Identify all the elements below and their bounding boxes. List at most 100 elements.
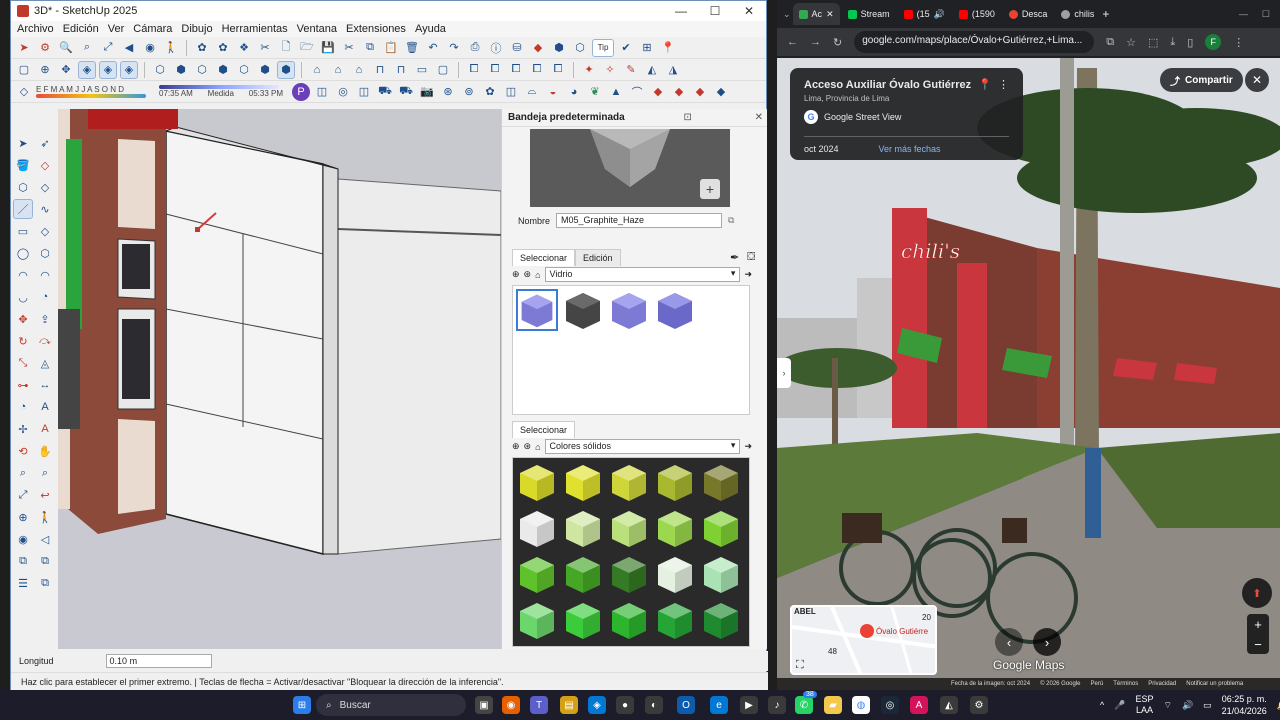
section-display-icon[interactable]: ⧠ [528, 61, 546, 79]
delete-icon[interactable]: 🗑 [403, 39, 421, 57]
solid-color-swatch[interactable] [562, 599, 604, 641]
menu-edicion[interactable]: Edición [63, 23, 99, 35]
warehouse-icon[interactable]: ⛁ [508, 39, 526, 57]
home-icon[interactable]: ⌂ [535, 270, 540, 280]
front-view-icon[interactable]: ⬡ [193, 61, 211, 79]
undo-icon[interactable]: ↶ [424, 39, 442, 57]
follow-me-icon[interactable]: ⤼ [35, 331, 55, 351]
sandbox-tool-icon[interactable]: ⧉ [13, 551, 33, 571]
more-dates-link[interactable]: Ver más fechas [879, 144, 941, 154]
polygon-tool-icon[interactable]: ⬡ [35, 243, 55, 263]
red-cube-icon[interactable]: ◆ [649, 83, 667, 101]
solid-color-swatch[interactable] [516, 553, 558, 595]
month-slider[interactable] [36, 94, 146, 98]
wireframe-icon[interactable]: ◈ [120, 60, 138, 79]
component-tool-icon[interactable]: ⬡ [13, 177, 33, 197]
helmet-icon[interactable]: ◒ [544, 83, 562, 101]
tray-close-icon[interactable]: ✕ [755, 112, 763, 123]
download-icon[interactable]: ⤓ [1170, 36, 1175, 49]
home-2-icon[interactable]: ⌂ [535, 442, 540, 452]
steam-icon[interactable]: ◎ [881, 696, 899, 714]
camera-app-icon[interactable]: ◐ [645, 696, 663, 714]
dimension-icon[interactable]: ⬡ [571, 39, 589, 57]
arc-tool-icon[interactable]: ◠ [13, 265, 33, 285]
stair-icon[interactable]: ▲ [607, 83, 625, 101]
new-file-icon[interactable]: 🗋 [277, 39, 295, 57]
sandbox-icon[interactable]: ◭ [643, 61, 661, 79]
rotate-tool-icon[interactable]: ↻ [13, 331, 33, 351]
section-cut-icon[interactable]: ⧠ [486, 61, 504, 79]
leaf-icon[interactable]: ❦ [586, 83, 604, 101]
footer-privacy[interactable]: Privacidad [1148, 681, 1176, 687]
sphere-icon[interactable]: ◕ [565, 83, 583, 101]
layers-tool-icon[interactable]: ☰ [13, 573, 33, 593]
browser-tab-youtube-2[interactable]: (1590 [953, 3, 1001, 25]
volume-icon[interactable]: 🔊 [1182, 700, 1193, 711]
shadow-time-control[interactable]: 07:35 AM Medida 05:33 PM [159, 85, 289, 98]
house-section-icon[interactable]: ⌂ [308, 61, 326, 79]
red-cube-3-icon[interactable]: ◆ [691, 83, 709, 101]
tab-seleccionar[interactable]: Seleccionar [512, 249, 576, 266]
back-icon[interactable]: ← [787, 36, 798, 48]
tape-measure-icon[interactable]: ⊶ [13, 375, 33, 395]
axes-tool-icon[interactable]: ✢ [13, 419, 33, 439]
walk-tool-icon[interactable]: 🚶 [35, 507, 55, 527]
glass-swatch-1[interactable] [516, 289, 558, 331]
minimize-button[interactable]: — [664, 4, 698, 18]
orbit-tool-icon[interactable]: ⟲ [13, 441, 33, 461]
wifi-icon[interactable]: ⌔ [1163, 700, 1171, 711]
scale-tool-icon[interactable]: ⤡ [13, 353, 33, 373]
xray-icon[interactable]: ◈ [78, 60, 96, 79]
orbit-icon[interactable]: ⊕ [36, 61, 54, 79]
footer-report[interactable]: Notificar un problema [1186, 681, 1243, 687]
zoom-tool-icon[interactable]: ⌕ [13, 463, 33, 483]
pin-icon[interactable]: 📍 [978, 78, 992, 91]
eyedropper-icon[interactable]: ✒ [730, 251, 739, 264]
rotated-rectangle-icon[interactable]: ◇ [35, 221, 55, 241]
expand-panel-button[interactable]: › [777, 358, 791, 388]
browser-tab-stream[interactable]: Stream [842, 3, 896, 25]
wall-outline-icon[interactable]: ⊓ [392, 61, 410, 79]
house-icon[interactable]: ⌂ [329, 61, 347, 79]
browser-tab-download[interactable]: Desca [1003, 3, 1054, 25]
shadow-date-control[interactable]: E F M A M J J A S O N D [36, 85, 156, 98]
terminal-icon[interactable]: ▶ [740, 696, 758, 714]
solid-color-swatch[interactable] [700, 461, 742, 503]
solid-color-swatch[interactable] [654, 553, 696, 595]
tab-seleccionar-2[interactable]: Seleccionar [512, 421, 576, 438]
tab-close-icon[interactable]: ✕ [826, 9, 834, 20]
eraser-tool-icon[interactable]: ◇ [35, 155, 55, 175]
whatsapp-icon[interactable]: ✆ [795, 696, 813, 714]
section-plane-icon[interactable]: ⧠ [465, 61, 483, 79]
share-model-icon[interactable]: ◆ [529, 39, 547, 57]
details-arrow-2-icon[interactable]: ➜ [744, 441, 752, 452]
walk-icon[interactable]: 🚶 [162, 39, 180, 57]
lasso-icon[interactable]: ➶ [35, 133, 55, 153]
extension-icon[interactable]: ⬢ [550, 39, 568, 57]
folder-icon[interactable]: ▰ [824, 696, 842, 714]
frame-icon[interactable]: ▢ [434, 61, 452, 79]
redo-icon[interactable]: ↷ [445, 39, 463, 57]
material-name-input[interactable]: M05_Graphite_Haze [556, 213, 723, 228]
library-select-2[interactable]: Colores sólidos [544, 439, 741, 454]
cube-icon[interactable]: ◫ [313, 83, 331, 101]
task-view-icon[interactable]: ▣ [475, 696, 493, 714]
previous-arrow-button[interactable]: ‹ [995, 628, 1023, 656]
extensions-icon[interactable]: ⬚ [1148, 36, 1158, 49]
solid-color-swatch[interactable] [608, 507, 650, 549]
compass-icon[interactable]: ⊛ [439, 83, 457, 101]
file-explorer-icon[interactable]: ▤ [560, 696, 578, 714]
zoom-out-button[interactable]: − [1254, 637, 1262, 652]
menu-dibujo[interactable]: Dibujo [181, 23, 212, 35]
edge-icon[interactable]: e [710, 696, 728, 714]
nav-forward-2-icon[interactable]: ⊛ [524, 441, 532, 452]
maximize-button[interactable]: ☐ [698, 4, 732, 18]
solid-color-swatch[interactable] [562, 553, 604, 595]
browser-tab-youtube-1[interactable]: (15 🔊 [898, 3, 951, 25]
solid-color-swatch[interactable] [516, 599, 558, 641]
sticker-icon[interactable]: ⊚ [460, 83, 478, 101]
cube-3d-icon[interactable]: ◫ [502, 83, 520, 101]
bus-icon[interactable]: ⛟ [397, 83, 415, 101]
menu-extensiones[interactable]: Extensiones [346, 23, 406, 35]
checkmark-icon[interactable]: ✔ [617, 39, 635, 57]
